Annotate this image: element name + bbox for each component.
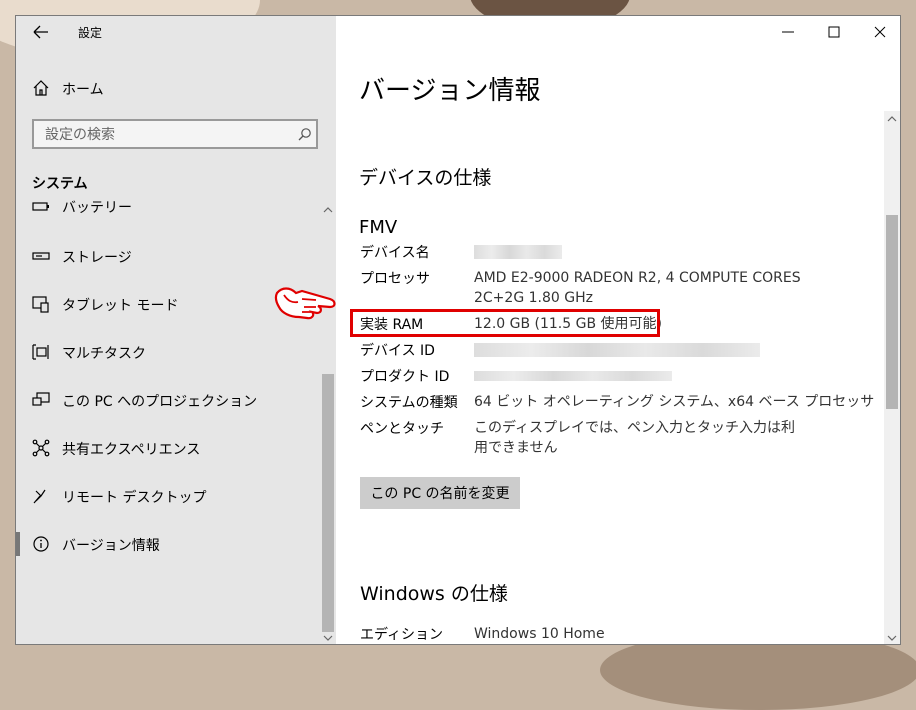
pointing-hand-icon bbox=[274, 281, 342, 323]
spec-label: ペンとタッチ bbox=[360, 421, 444, 437]
remote-desktop-icon bbox=[32, 487, 50, 505]
sidebar-item-label: バッテリー bbox=[62, 200, 132, 216]
spec-pen-touch: ペンとタッチ このディスプレイでは、ペン入力とタッチ入力は利用できません bbox=[360, 418, 840, 458]
spec-label: デバイス名 bbox=[360, 245, 430, 261]
scroll-thumb[interactable] bbox=[886, 215, 898, 409]
scroll-up-icon[interactable] bbox=[887, 115, 897, 123]
spec-value: 64 ビット オペレーティング システム、x64 ベース プロセッサ bbox=[474, 394, 875, 410]
page-title: バージョン情報 bbox=[359, 76, 541, 106]
sidebar-item-label: 共有エクスペリエンス bbox=[62, 442, 201, 458]
spec-value: このディスプレイでは、ペン入力とタッチ入力は利用できません bbox=[474, 420, 796, 456]
windows-spec-heading: Windows の仕様 bbox=[360, 583, 508, 605]
spec-value: Windows 10 Home bbox=[474, 626, 605, 642]
sidebar-item-label: マルチタスク bbox=[62, 346, 146, 362]
sidebar-item-home[interactable]: ホーム bbox=[16, 68, 316, 108]
sidebar-item-shared-experience[interactable]: 共有エクスペリエンス bbox=[16, 428, 316, 468]
redacted-value bbox=[474, 343, 760, 357]
sidebar: 設定 ホーム システム バッテリー bbox=[16, 16, 336, 644]
spec-label: プロセッサ bbox=[360, 271, 430, 287]
sidebar-item-about[interactable]: バージョン情報 bbox=[16, 524, 316, 564]
back-arrow-icon[interactable] bbox=[32, 24, 52, 40]
rename-pc-button[interactable]: この PC の名前を変更 bbox=[360, 477, 520, 509]
settings-window: 設定 ホーム システム バッテリー bbox=[15, 15, 901, 645]
maximize-icon[interactable] bbox=[824, 22, 844, 42]
main-scrollbar[interactable] bbox=[884, 111, 900, 644]
spec-label: エディション bbox=[360, 627, 444, 643]
search-icon[interactable] bbox=[298, 127, 312, 141]
info-icon bbox=[32, 535, 50, 553]
storage-icon bbox=[32, 247, 50, 265]
spec-device-name: デバイス名 bbox=[360, 242, 840, 262]
spec-value: AMD E2-9000 RADEON R2, 4 COMPUTE CORES 2… bbox=[474, 270, 801, 306]
sidebar-item-battery[interactable]: バッテリー bbox=[16, 196, 316, 226]
sidebar-item-remote-desktop[interactable]: リモート デスクトップ bbox=[16, 476, 316, 516]
nav-list: バッテリー ストレージ タブレット モード マルチタスク この PC へのプロジ… bbox=[16, 196, 320, 644]
sidebar-item-label: リモート デスクトップ bbox=[62, 490, 207, 506]
battery-icon bbox=[32, 197, 50, 215]
window-title: 設定 bbox=[78, 26, 103, 40]
spec-label: システムの種類 bbox=[360, 395, 458, 411]
redacted-value bbox=[474, 371, 672, 381]
spec-device-id: デバイス ID bbox=[360, 340, 840, 360]
tablet-mode-icon bbox=[32, 295, 50, 313]
spec-edition: エディション Windows 10 Home bbox=[360, 624, 840, 644]
ram-highlight-box bbox=[350, 309, 660, 337]
home-icon bbox=[32, 79, 50, 97]
device-model: FMV bbox=[359, 217, 398, 238]
spec-system-type: システムの種類 64 ビット オペレーティング システム、x64 ベース プロセ… bbox=[360, 392, 875, 412]
search-box[interactable] bbox=[32, 119, 318, 149]
sidebar-item-label: この PC へのプロジェクション bbox=[62, 394, 258, 410]
sidebar-item-label: タブレット モード bbox=[62, 298, 179, 314]
scroll-down-icon[interactable] bbox=[887, 634, 897, 642]
sidebar-item-projection[interactable]: この PC へのプロジェクション bbox=[16, 380, 316, 420]
sidebar-item-label: ストレージ bbox=[62, 250, 132, 266]
multitask-icon bbox=[32, 343, 50, 361]
sidebar-item-label: バージョン情報 bbox=[62, 538, 160, 554]
sidebar-item-tablet-mode[interactable]: タブレット モード bbox=[16, 284, 316, 324]
spec-label: デバイス ID bbox=[360, 343, 435, 359]
scroll-down-icon[interactable] bbox=[323, 634, 333, 642]
section-title: システム bbox=[32, 176, 88, 192]
redacted-value bbox=[474, 245, 562, 259]
projection-icon bbox=[32, 391, 50, 409]
sidebar-scrollbar[interactable] bbox=[320, 206, 336, 644]
spec-product-id: プロダクト ID bbox=[360, 366, 840, 386]
selected-indicator bbox=[16, 532, 20, 556]
search-input[interactable] bbox=[43, 125, 287, 145]
sidebar-item-storage[interactable]: ストレージ bbox=[16, 236, 316, 276]
spec-label: プロダクト ID bbox=[360, 369, 450, 385]
shared-experience-icon bbox=[32, 439, 50, 457]
close-icon[interactable] bbox=[870, 22, 890, 42]
main-content: バージョン情報 デバイスの仕様 FMV デバイス名 プロセッサ AMD E2-9… bbox=[336, 16, 900, 644]
spec-processor: プロセッサ AMD E2-9000 RADEON R2, 4 COMPUTE C… bbox=[360, 268, 840, 308]
minimize-icon[interactable] bbox=[778, 22, 798, 42]
sidebar-item-multitask[interactable]: マルチタスク bbox=[16, 332, 316, 372]
sidebar-item-label: ホーム bbox=[62, 82, 104, 98]
scroll-up-icon[interactable] bbox=[323, 206, 333, 214]
device-spec-heading: デバイスの仕様 bbox=[359, 167, 492, 189]
scroll-thumb[interactable] bbox=[322, 374, 334, 632]
